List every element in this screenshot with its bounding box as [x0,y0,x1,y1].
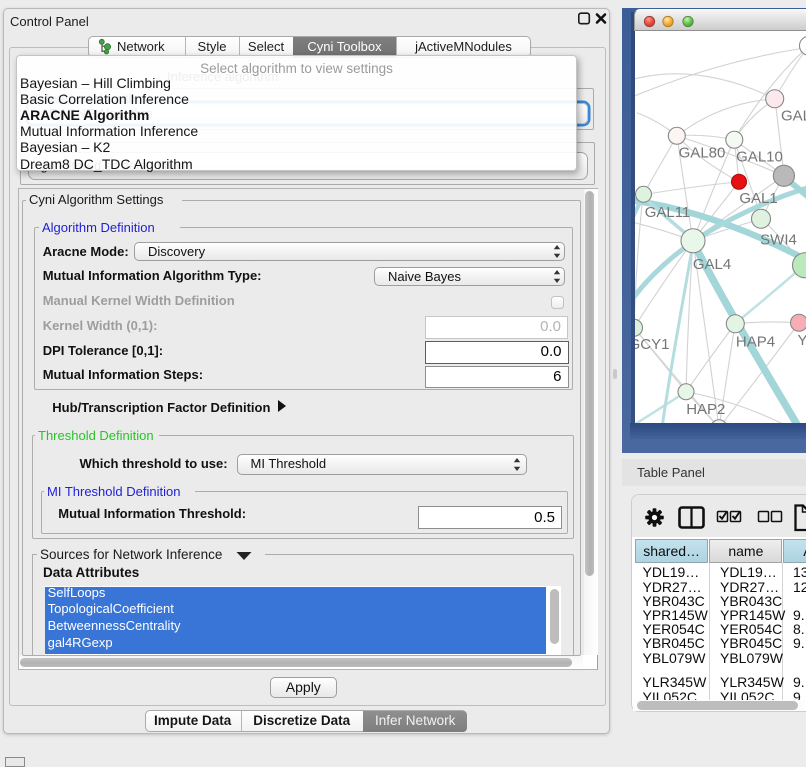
svg-text:GCY1: GCY1 [635,336,669,353]
svg-text:SWI4: SWI4 [760,231,797,248]
svg-text:YEL: YEL [798,331,806,348]
svg-text:GAL10: GAL10 [736,148,783,165]
svg-text:GAL11: GAL11 [645,204,691,221]
svg-text:GAL7: GAL7 [781,107,806,124]
svg-text:GAL4: GAL4 [693,255,731,272]
svg-text:HAP4: HAP4 [736,333,775,350]
svg-text:GAL80: GAL80 [679,144,726,161]
svg-text:HAP2: HAP2 [686,401,725,418]
svg-text:GAL1: GAL1 [739,189,777,206]
